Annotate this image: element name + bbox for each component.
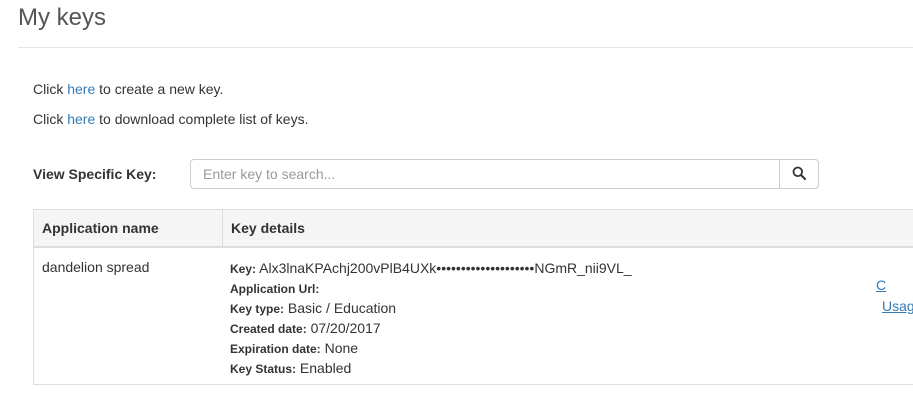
application-url-line: Application Url: bbox=[230, 280, 632, 300]
key-value: Alx3lnaKPAchj200vPlB4UXk••••••••••••••••… bbox=[259, 260, 632, 276]
key-type-value: Basic / Education bbox=[287, 300, 397, 316]
expiration-date-line: Expiration date: None bbox=[230, 340, 632, 360]
title-divider bbox=[18, 47, 913, 48]
expiration-date-label: Expiration date: bbox=[230, 342, 321, 356]
create-key-prefix: Click bbox=[33, 81, 68, 97]
key-label: Key: bbox=[230, 262, 257, 276]
search-icon bbox=[792, 166, 806, 183]
key-details-cell: Key: Alx3lnaKPAchj200vPlB4UXk•••••••••••… bbox=[230, 260, 632, 380]
created-date-line: Created date: 07/20/2017 bbox=[230, 320, 632, 340]
row-action-link-top[interactable]: C bbox=[876, 277, 886, 293]
key-line: Key: Alx3lnaKPAchj200vPlB4UXk•••••••••••… bbox=[230, 260, 632, 280]
download-keys-prefix: Click bbox=[33, 111, 68, 127]
column-header-application-name: Application name bbox=[42, 220, 159, 236]
download-keys-line: Click here to download complete list of … bbox=[33, 111, 309, 127]
application-url-label: Application Url: bbox=[230, 282, 320, 296]
column-header-key-details: Key details bbox=[231, 220, 305, 236]
download-keys-link[interactable]: here bbox=[67, 111, 95, 127]
key-type-label: Key type: bbox=[230, 302, 285, 316]
create-key-suffix: to create a new key. bbox=[95, 81, 224, 97]
application-name-cell: dandelion spread bbox=[42, 259, 150, 275]
search-button[interactable] bbox=[779, 159, 819, 189]
column-divider bbox=[222, 210, 223, 246]
key-status-label: Key Status: bbox=[230, 362, 297, 376]
key-type-line: Key type: Basic / Education bbox=[230, 300, 632, 320]
keys-table: Application name Key details dandelion s… bbox=[33, 209, 913, 385]
created-date-label: Created date: bbox=[230, 322, 307, 336]
create-key-link[interactable]: here bbox=[67, 81, 95, 97]
created-date-value: 07/20/2017 bbox=[310, 320, 381, 336]
search-label: View Specific Key: bbox=[33, 166, 157, 182]
usage-link[interactable]: Usag bbox=[882, 298, 913, 314]
page-title: My keys bbox=[18, 4, 107, 31]
key-status-value: Enabled bbox=[299, 360, 352, 376]
key-status-line: Key Status: Enabled bbox=[230, 360, 632, 380]
search-input[interactable] bbox=[190, 159, 780, 189]
table-header: Application name Key details bbox=[34, 210, 913, 248]
create-key-line: Click here to create a new key. bbox=[33, 81, 223, 97]
expiration-date-value: None bbox=[324, 340, 359, 356]
download-keys-suffix: to download complete list of keys. bbox=[95, 111, 309, 127]
